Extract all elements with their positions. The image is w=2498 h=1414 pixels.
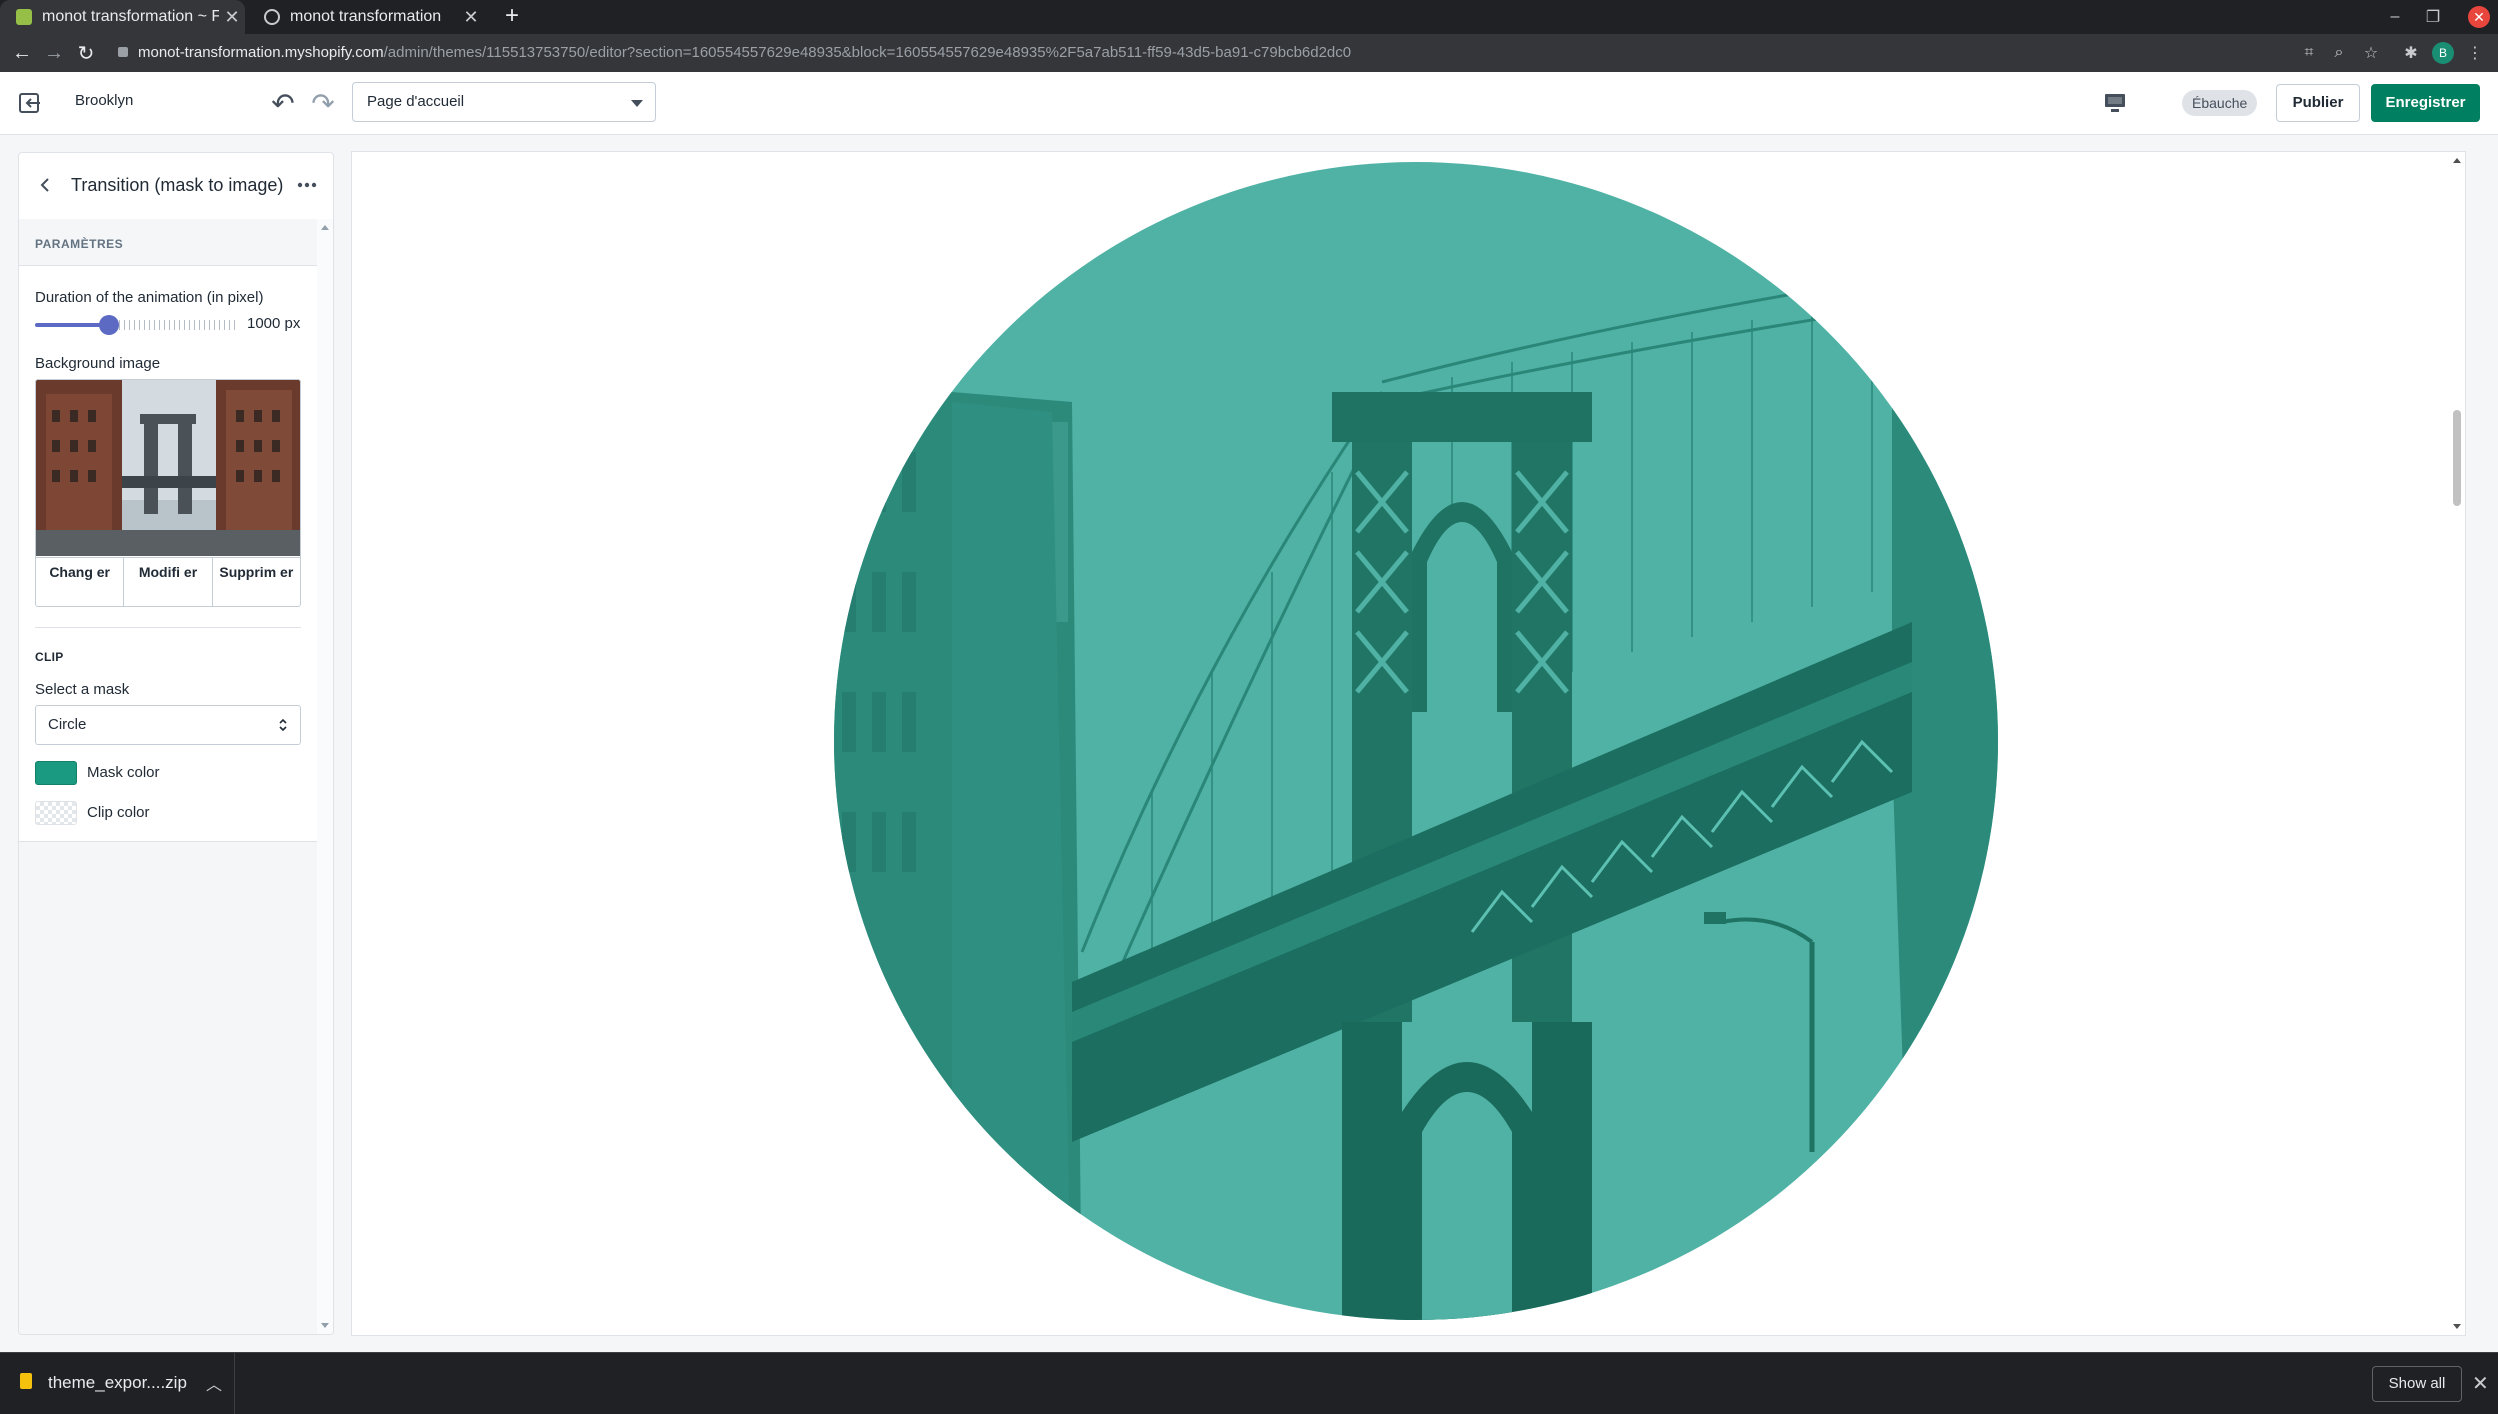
browser-tab[interactable]: monot transformation ~ F ✕	[0, 0, 245, 34]
save-button[interactable]: Enregistrer	[2371, 84, 2480, 122]
browser-tab[interactable]: monot transformation ✕	[248, 0, 484, 34]
panel-title: Transition (mask to image)	[71, 175, 284, 195]
scroll-up-arrow-icon[interactable]	[2453, 158, 2461, 163]
reload-icon[interactable]: ↻	[72, 39, 100, 67]
theme-preview[interactable]	[351, 151, 2466, 1336]
settings-section-heading: PARAMÈTRES	[19, 219, 317, 266]
extensions-puzzle-icon[interactable]: ✱	[2400, 42, 2422, 64]
image-action-row: Chang er Modifi er Supprim er	[36, 557, 300, 606]
zip-file-icon	[20, 1373, 32, 1389]
forward-arrow-icon[interactable]: →	[40, 39, 68, 67]
duration-label: Duration of the animation (in pixel)	[35, 289, 264, 306]
browser-address-bar: ← → ↻ monot-transformation.myshopify.com…	[0, 34, 2498, 72]
mask-select-label: Select a mask	[35, 681, 130, 698]
scroll-down-arrow-icon[interactable]	[321, 1323, 329, 1328]
profile-avatar[interactable]: B	[2432, 42, 2454, 64]
slider-fill	[35, 323, 109, 327]
mask-color-label: Mask color	[87, 764, 160, 781]
scroll-up-arrow-icon[interactable]	[321, 225, 329, 230]
page-select[interactable]: Page d'accueil	[352, 82, 656, 122]
clip-color-label: Clip color	[87, 804, 150, 821]
new-tab-button[interactable]: +	[498, 3, 526, 31]
close-tab-icon[interactable]: ✕	[219, 7, 245, 28]
status-badge: Ébauche	[2182, 90, 2258, 116]
chevron-down-icon	[631, 100, 643, 107]
back-chevron-icon[interactable]	[35, 175, 55, 195]
more-options-icon[interactable]	[295, 175, 319, 195]
url-path: /admin/themes/115513753750/editor?sectio…	[383, 44, 1352, 61]
theme-name: Brooklyn	[75, 92, 134, 109]
modify-image-button[interactable]: Modifi er	[124, 558, 213, 606]
minimize-icon[interactable]: –	[2378, 0, 2412, 34]
show-all-button[interactable]: Show all	[2372, 1366, 2462, 1402]
slider-thumb[interactable]	[99, 315, 119, 335]
url-host: monot-transformation.myshopify.com	[138, 44, 384, 61]
select-arrows-icon	[279, 718, 287, 732]
lock-icon	[118, 47, 128, 57]
background-image-label: Background image	[35, 355, 161, 372]
zoom-icon[interactable]: ⌕	[2328, 42, 2350, 64]
editor-top-bar: Brooklyn ↶ ↷ Page d'accueil Ébauche Publ…	[0, 72, 2498, 135]
mask-color-swatch[interactable]	[35, 761, 77, 785]
sidebar-scrollbar[interactable]	[317, 219, 333, 1334]
download-bar: theme_expor....zip ︿ Show all ✕	[0, 1352, 2498, 1414]
shopify-favicon-icon	[16, 9, 32, 25]
masked-bridge-image	[834, 162, 1998, 1320]
change-image-button[interactable]: Chang er	[36, 558, 125, 606]
chevron-up-icon[interactable]: ︿	[206, 1371, 222, 1395]
globe-icon	[264, 9, 280, 25]
divider	[35, 627, 301, 628]
bookmark-star-icon[interactable]: ☆	[2360, 42, 2382, 64]
publish-button[interactable]: Publier	[2276, 84, 2360, 122]
mask-select[interactable]: Circle	[35, 705, 301, 745]
desktop-view-icon[interactable]	[2104, 92, 2126, 114]
preview-scrollbar[interactable]	[2449, 152, 2465, 1335]
background-image-picker: Chang er Modifi er Supprim er	[35, 379, 301, 607]
back-arrow-icon[interactable]: ←	[8, 39, 36, 67]
block-settings-panel: Transition (mask to image) PARAMÈTRES Du…	[18, 152, 334, 1335]
close-icon[interactable]: ✕	[2472, 1371, 2489, 1396]
section-heading-text: PARAMÈTRES	[35, 237, 124, 251]
panel-header: Transition (mask to image)	[19, 153, 333, 220]
clip-color-swatch[interactable]	[35, 801, 77, 825]
tab-title: monot transformation ~ F	[42, 8, 219, 25]
close-tab-icon[interactable]: ✕	[458, 7, 484, 28]
undo-icon[interactable]: ↶	[266, 86, 300, 120]
tab-title: monot transformation	[290, 8, 442, 25]
translate-icon[interactable]: ⌗	[2298, 42, 2320, 64]
duration-slider[interactable]	[35, 315, 235, 335]
scroll-down-arrow-icon[interactable]	[2453, 1324, 2461, 1329]
duration-value: 1000 px	[247, 315, 301, 332]
url-field[interactable]: monot-transformation.myshopify.com/admin…	[118, 40, 1351, 66]
browser-tab-strip: monot transformation ~ F ✕ monot transfo…	[0, 0, 2498, 34]
close-window-icon[interactable]: ✕	[2468, 6, 2490, 28]
redo-icon[interactable]: ↷	[306, 86, 340, 120]
browser-menu-icon[interactable]: ⋮	[2464, 42, 2486, 64]
download-item[interactable]: theme_expor....zip ︿	[0, 1353, 235, 1414]
clip-heading: CLIP	[35, 650, 64, 664]
scrollbar-thumb[interactable]	[2453, 410, 2461, 506]
download-file-name: theme_expor....zip	[48, 1373, 187, 1392]
remove-image-button[interactable]: Supprim er	[213, 558, 300, 606]
mask-select-value: Circle	[48, 716, 87, 733]
panel-empty-area	[19, 842, 317, 1334]
exit-editor-icon[interactable]	[16, 89, 44, 117]
restore-icon[interactable]: ❐	[2416, 0, 2450, 34]
page-select-value: Page d'accueil	[367, 93, 465, 110]
slider-ticks	[109, 320, 235, 330]
background-image-thumbnail	[36, 380, 300, 556]
